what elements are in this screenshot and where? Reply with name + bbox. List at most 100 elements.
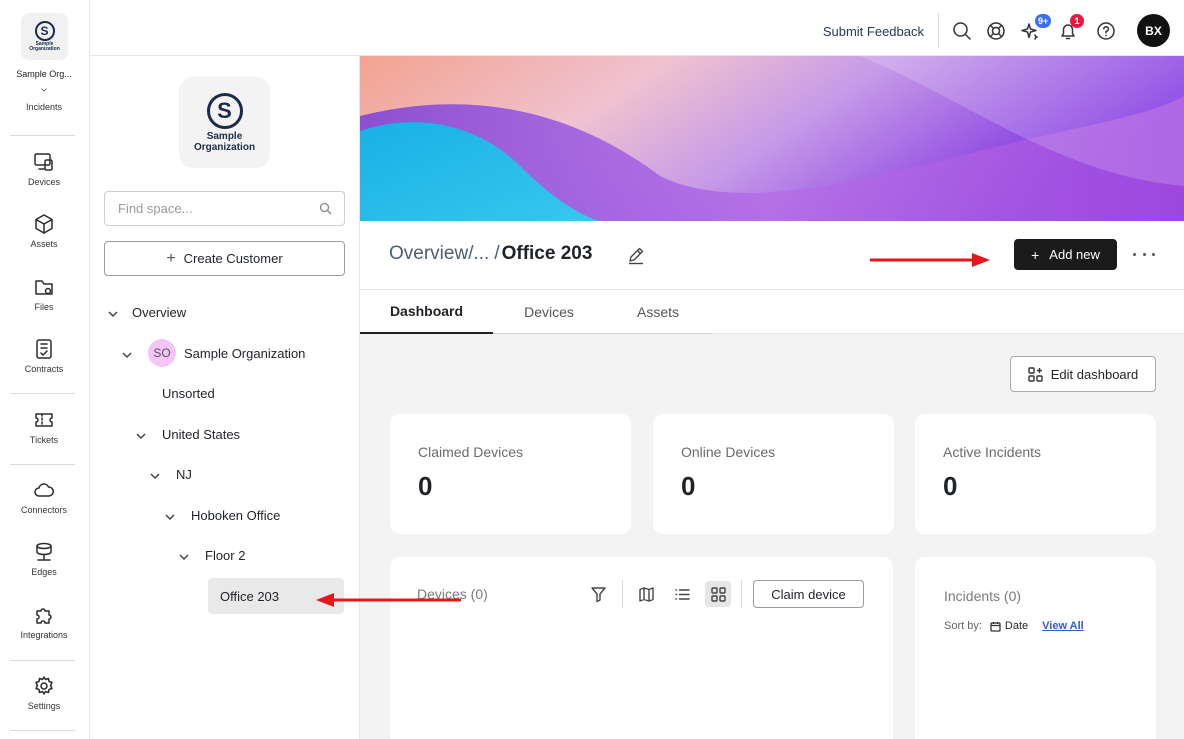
view-all-link[interactable]: View All — [1042, 620, 1084, 632]
tree-node-label: NJ — [176, 466, 192, 482]
tree-node-floor-2[interactable]: Floor 2 — [179, 537, 245, 573]
sort-date-option[interactable]: Date — [1005, 620, 1028, 632]
tab-devices[interactable]: Devices — [493, 290, 605, 334]
more-options-icon[interactable] — [1133, 246, 1155, 262]
rail-item-label: Connectors — [20, 505, 68, 515]
tree-node-unsorted[interactable]: Unsorted — [162, 375, 215, 411]
claim-device-button[interactable]: Claim device — [753, 580, 864, 608]
stat-label: Online Devices — [681, 444, 776, 460]
chevron-down-icon[interactable] — [165, 510, 175, 521]
rail-item-devices[interactable]: Devices — [0, 151, 88, 187]
rail-item-label: Assets — [30, 239, 58, 249]
rail-item-incidents[interactable]: Incidents — [0, 88, 88, 112]
page-tabs: Dashboard Devices Assets — [360, 289, 1184, 334]
rail-item-label: Settings — [27, 701, 61, 711]
rail-item-connectors[interactable]: Connectors — [0, 479, 88, 515]
rail-item-label: Integrations — [20, 630, 68, 640]
plus-icon: + — [1031, 246, 1040, 263]
sort-by-label: Sort by: — [944, 620, 982, 632]
tickets-icon — [35, 413, 53, 427]
incidents-panel-title: Incidents (0) — [944, 588, 1022, 604]
contracts-icon — [36, 339, 52, 359]
edit-dashboard-button[interactable]: Edit dashboard — [1010, 356, 1156, 392]
create-customer-button[interactable]: + Create Customer — [104, 241, 345, 276]
incidents-icon — [41, 88, 47, 92]
map-view-icon[interactable] — [636, 584, 656, 604]
page-title: Office 203 — [501, 243, 593, 264]
tree-node-label: Unsorted — [162, 385, 215, 401]
rail-item-files[interactable]: Files — [0, 276, 88, 312]
org-logo-text: Sample Organization — [29, 41, 60, 52]
stat-card-active-incidents: Active Incidents 0 — [915, 414, 1156, 534]
rail-divider — [10, 464, 75, 465]
rail-item-label: Devices — [27, 177, 60, 187]
tree-node-label: Overview — [132, 304, 187, 320]
incidents-sort: Sort by: Date View All — [944, 620, 1084, 632]
edit-dashboard-label: Edit dashboard — [1050, 366, 1139, 382]
stat-label: Claimed Devices — [418, 444, 524, 460]
rail-item-label: Files — [34, 302, 54, 312]
tree-node-united-states[interactable]: United States — [136, 416, 240, 452]
chevron-down-icon[interactable] — [150, 469, 160, 480]
support-icon[interactable] — [986, 21, 1006, 41]
grid-view-icon[interactable] — [705, 581, 731, 607]
org-avatar: SO — [148, 339, 176, 367]
user-avatar[interactable]: BX — [1137, 14, 1170, 47]
breadcrumb-ellipsis[interactable]: ... — [473, 243, 489, 265]
rail-item-integrations[interactable]: Integrations — [0, 604, 88, 640]
rail-item-edges[interactable]: Edges — [0, 541, 88, 577]
annotation-arrow-right — [870, 253, 990, 267]
breadcrumb-overview[interactable]: Overview — [389, 243, 468, 265]
chevron-down-icon[interactable] — [122, 348, 132, 359]
devices-icon — [34, 153, 53, 171]
org-name[interactable]: Sample Org... — [0, 69, 88, 79]
add-new-button[interactable]: + Add new — [1014, 239, 1117, 270]
search-icon[interactable] — [952, 21, 972, 41]
stat-label: Active Incidents — [943, 444, 1042, 460]
rail-item-tickets[interactable]: Tickets — [0, 409, 88, 445]
stat-value: 0 — [418, 471, 433, 501]
tree-node-hoboken-office[interactable]: Hoboken Office — [165, 497, 280, 533]
help-icon[interactable] — [1096, 21, 1116, 41]
tab-assets[interactable]: Assets — [605, 290, 711, 334]
pencil-icon[interactable] — [626, 245, 646, 265]
chevron-down-icon[interactable] — [136, 429, 146, 440]
rail-item-settings[interactable]: Settings — [0, 675, 88, 711]
stat-value: 0 — [681, 471, 696, 501]
rail-item-label: Contracts — [24, 364, 64, 374]
org-space-logo-letter: S — [206, 92, 243, 129]
create-customer-label: Create Customer — [183, 251, 283, 266]
tree-node-overview[interactable]: Overview — [108, 294, 186, 330]
rail-divider — [10, 135, 75, 136]
toolbar-divider — [622, 580, 623, 608]
submit-feedback-link[interactable]: Submit Feedback — [823, 24, 924, 39]
add-new-label: Add new — [1049, 247, 1100, 262]
org-space-logo-text: Sample Organization — [193, 130, 256, 153]
filter-icon[interactable] — [588, 584, 608, 604]
org-logo[interactable]: S Sample Organization — [21, 13, 68, 60]
org-space-logo: S Sample Organization — [179, 77, 270, 168]
tree-node-label: Hoboken Office — [191, 507, 281, 523]
devices-panel-title: Devices (0) — [417, 586, 488, 602]
edit-dashboard-icon — [1028, 366, 1043, 382]
plus-icon: + — [166, 249, 176, 267]
assets-icon — [35, 214, 53, 234]
chevron-down-icon[interactable] — [179, 550, 189, 561]
rail-item-contracts[interactable]: Contracts — [0, 338, 88, 374]
breadcrumb: Overview / ... / Office 203 — [389, 243, 592, 265]
ai-badge: 9+ — [1035, 14, 1052, 28]
tree-node-sample-organization[interactable]: SO Sample Organization — [122, 335, 305, 371]
header-divider — [938, 13, 939, 48]
rail-item-assets[interactable]: Assets — [0, 213, 88, 249]
tab-dashboard[interactable]: Dashboard — [360, 290, 493, 334]
space-tree-panel: S SampleOrganization + Create Customer O… — [90, 56, 360, 739]
rail-item-label: Incidents — [25, 102, 63, 112]
rail-item-label: Tickets — [29, 435, 59, 445]
tree-node-office-203[interactable]: Office 203 — [208, 578, 344, 614]
toolbar-divider — [741, 580, 742, 608]
list-view-icon[interactable] — [672, 584, 692, 604]
tree-node-label: Floor 2 — [205, 547, 246, 563]
find-space-input[interactable] — [104, 191, 345, 226]
tree-node-nj[interactable]: NJ — [150, 456, 192, 492]
chevron-down-icon[interactable] — [108, 307, 118, 318]
